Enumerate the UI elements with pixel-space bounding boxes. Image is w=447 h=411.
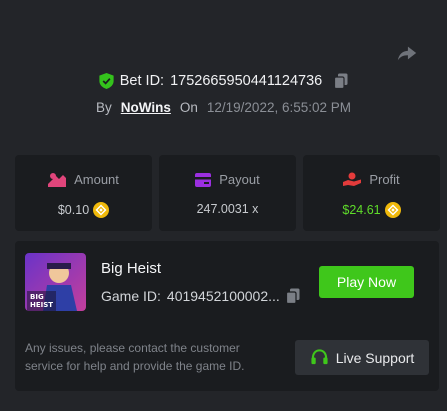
bet-meta: By NoWins On 12/19/2022, 6:55:02 PM [0, 100, 447, 115]
game-id-label: Game ID: [101, 288, 161, 304]
thumb-text-2: HEIST [30, 301, 53, 309]
bet-id-row: Bet ID: 1752665950441124736 [0, 73, 447, 89]
game-id-row: Game ID: 4019452100002... [101, 288, 300, 304]
payout-card: Payout 247.0031 x [159, 155, 296, 231]
profit-card: Profit $24.61 [303, 155, 440, 231]
amount-label: Amount [74, 172, 119, 187]
amount-value: $0.10 [57, 203, 90, 217]
live-support-label: Live Support [335, 349, 415, 366]
profit-value: $24.61 [342, 203, 381, 217]
support-note: Any issues, please contact the customer … [25, 341, 245, 373]
game-thumbnail[interactable]: BIG HEIST [25, 253, 86, 311]
shield-check-icon [99, 73, 114, 89]
by-label: By [95, 100, 112, 115]
thumb-text-1: BIG [30, 293, 44, 301]
coin-icon [93, 202, 110, 218]
on-label: On [179, 100, 198, 115]
headset-icon [311, 349, 328, 365]
copy-icon[interactable] [334, 73, 348, 89]
bet-id-label: Bet ID: [119, 73, 165, 89]
live-support-button[interactable]: Live Support [295, 340, 429, 375]
play-now-button[interactable]: Play Now [319, 266, 414, 298]
game-card: BIG HEIST Big Heist Game ID: 40194521000… [15, 241, 439, 391]
copy-icon[interactable] [285, 288, 300, 304]
coin-icon [384, 202, 401, 218]
game-name: Big Heist [101, 260, 162, 277]
profit-icon [343, 172, 362, 186]
username-link[interactable]: NoWins [121, 100, 171, 115]
game-id-value: 4019452100002... [166, 288, 280, 304]
wallet-icon [195, 172, 212, 187]
share-icon[interactable] [396, 42, 418, 64]
payout-value: 247.0031 x [196, 202, 259, 216]
profit-label: Profit [369, 172, 400, 187]
bet-id-value: 1752665950441124736 [170, 73, 323, 89]
bet-timestamp: 12/19/2022, 6:55:02 PM [206, 100, 352, 115]
amount-icon [48, 173, 67, 187]
payout-label: Payout [219, 172, 260, 187]
amount-card: Amount $0.10 [15, 155, 152, 231]
